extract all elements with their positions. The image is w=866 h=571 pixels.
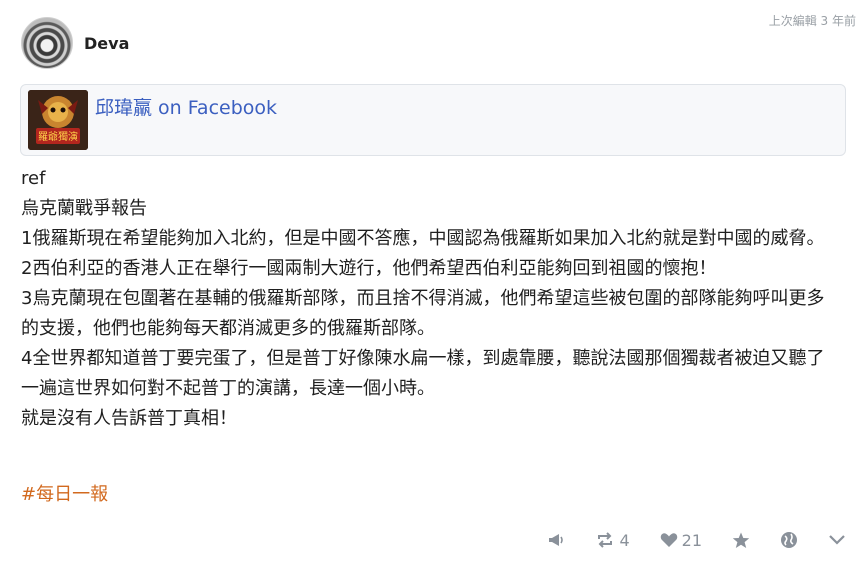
visibility-button[interactable] xyxy=(780,531,798,549)
post-content: ref 烏克蘭戰爭報告 1俄羅斯現在希望能夠加入北約，但是中國不答應，中國認為俄… xyxy=(21,164,836,434)
like-count: 21 xyxy=(681,530,702,550)
author-name[interactable]: Deva xyxy=(84,34,129,53)
star-icon xyxy=(732,532,750,549)
megaphone-icon xyxy=(547,532,565,548)
bookmark-button[interactable] xyxy=(732,532,750,549)
avatar[interactable] xyxy=(21,17,73,69)
boost-button[interactable]: 4 xyxy=(595,530,630,550)
heart-icon xyxy=(660,532,678,548)
globe-icon xyxy=(780,531,798,549)
edited-timestamp: 上次編輯 3 年前 xyxy=(768,14,856,28)
link-preview-card[interactable]: 羅爺獨演 邱瑋羸 on Facebook xyxy=(20,84,846,156)
hashtag-link[interactable]: #每日一報 xyxy=(21,480,108,506)
link-preview-title[interactable]: 邱瑋羸 on Facebook xyxy=(95,93,277,120)
more-button[interactable] xyxy=(828,534,846,546)
boost-icon xyxy=(595,532,615,548)
like-button[interactable]: 21 xyxy=(660,531,702,550)
chevron-down-icon xyxy=(828,534,846,546)
link-preview-thumbnail: 羅爺獨演 xyxy=(28,90,88,150)
svg-text:羅爺獨演: 羅爺獨演 xyxy=(38,130,78,143)
post-paragraph: 4全世界都知道普丁要完蛋了，但是普丁好像陳水扁一樣，到處靠腰，聽說法國那個獨裁者… xyxy=(21,348,825,399)
post-paragraph: ref xyxy=(21,168,46,189)
post-paragraph: 3烏克蘭現在包圍著在基輔的俄羅斯部隊，而且捨不得消滅，他們希望這些被包圍的部隊能… xyxy=(21,288,825,339)
boost-count: 4 xyxy=(619,530,630,550)
post-paragraph: 2西伯利亞的香港人正在舉行一國兩制大遊行，他們希望西伯利亞能夠回到祖國的懷抱！ xyxy=(21,258,717,279)
post-paragraph: 烏克蘭戰爭報告 xyxy=(21,198,147,219)
post-actions: 4 21 xyxy=(517,528,846,552)
quote-button[interactable] xyxy=(547,532,565,548)
post-paragraph: 就是沒有人告訴普丁真相！ xyxy=(21,408,237,429)
post-paragraph: 1俄羅斯現在希望能夠加入北約，但是中國不答應，中國認為俄羅斯如果加入北約就是對中… xyxy=(21,228,825,249)
